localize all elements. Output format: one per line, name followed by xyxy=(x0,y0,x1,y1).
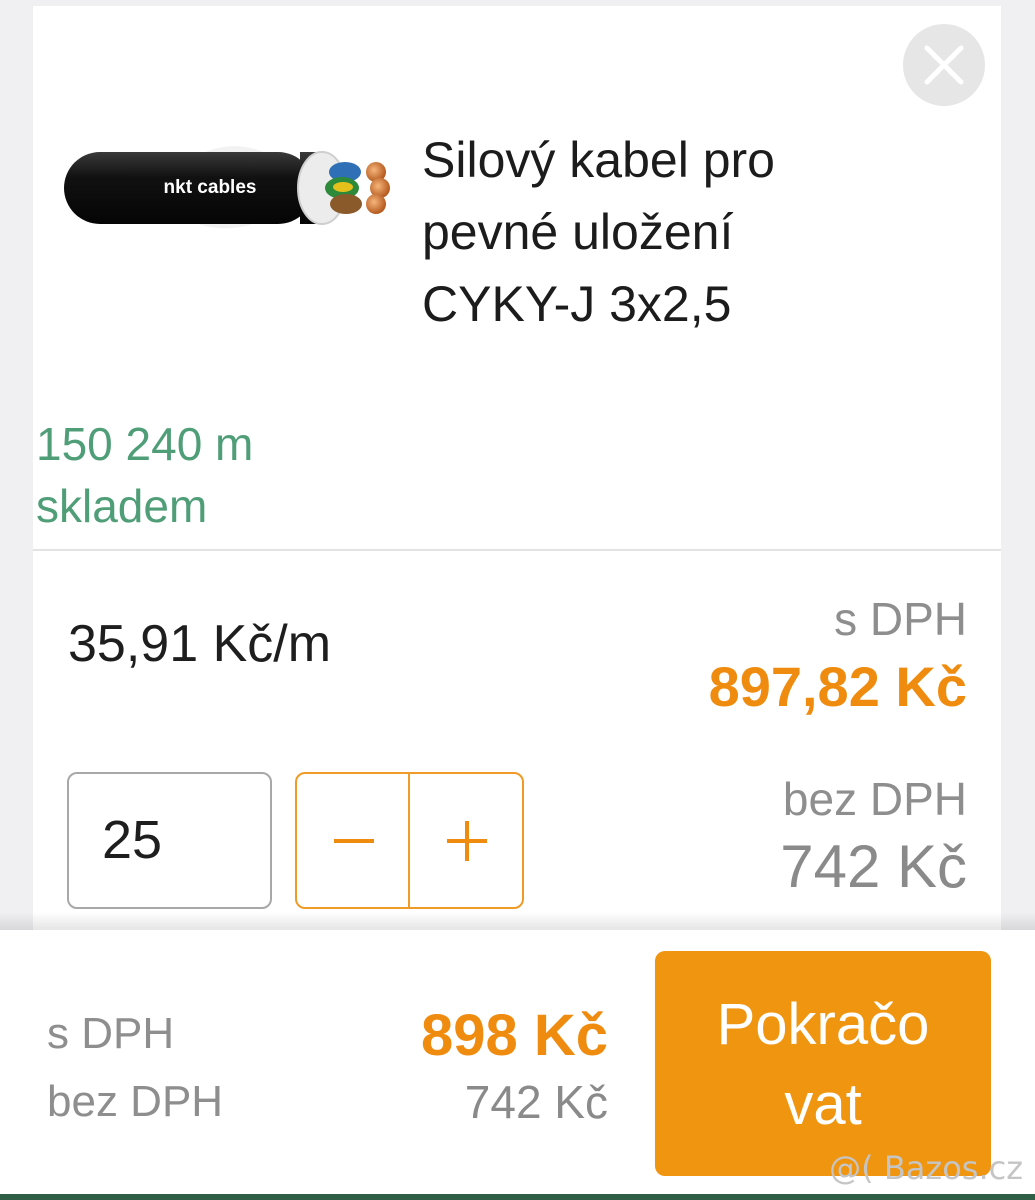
continue-button-label: vat xyxy=(784,1072,862,1137)
stock-label: skladem xyxy=(36,480,208,532)
quantity-stepper xyxy=(295,772,524,909)
product-title: Silový kabel pro pevné uložení CYKY-J 3x… xyxy=(422,124,892,340)
footer-with-vat-label: s DPH xyxy=(47,1009,175,1058)
product-title-line: Silový kabel pro xyxy=(422,132,775,188)
minus-icon xyxy=(334,839,374,843)
plus-icon xyxy=(447,821,487,861)
without-vat-label: bez DPH xyxy=(782,773,967,825)
total-without-vat: 742 Kč xyxy=(464,1076,608,1128)
increment-button[interactable] xyxy=(410,774,523,907)
footer-accent-strip xyxy=(0,1194,1035,1200)
unit-price: 35,91 Kč/m xyxy=(68,615,332,673)
brand-text: nkt cables xyxy=(164,177,257,198)
divider xyxy=(33,549,1001,551)
product-title-line: pevné uložení xyxy=(422,204,734,260)
page: nkt cables Silový kabel pro pevné uložen… xyxy=(0,0,1035,1200)
product-image: nkt cables xyxy=(64,146,390,229)
decrement-button[interactable] xyxy=(297,774,410,907)
price-without-vat: 742 Kč xyxy=(780,833,967,900)
price-with-vat: 897,82 Kč xyxy=(708,655,967,718)
continue-button-label: Pokračo xyxy=(716,992,930,1057)
close-icon xyxy=(924,45,964,85)
watermark: @( Bazos.cz xyxy=(829,1149,1023,1187)
product-title-line: CYKY-J 3x2,5 xyxy=(422,276,732,332)
with-vat-label: s DPH xyxy=(834,593,967,645)
stock-quantity: 150 240 m xyxy=(36,418,254,470)
footer-without-vat-label: bez DPH xyxy=(47,1077,224,1126)
close-button[interactable] xyxy=(903,24,985,106)
quantity-input[interactable]: 25 xyxy=(67,772,272,909)
total-with-vat: 898 Kč xyxy=(420,1003,608,1068)
footer-shadow xyxy=(0,912,1035,930)
continue-button[interactable]: Pokračo vat xyxy=(655,951,991,1176)
stock-status: 150 240 m skladem xyxy=(36,413,436,537)
